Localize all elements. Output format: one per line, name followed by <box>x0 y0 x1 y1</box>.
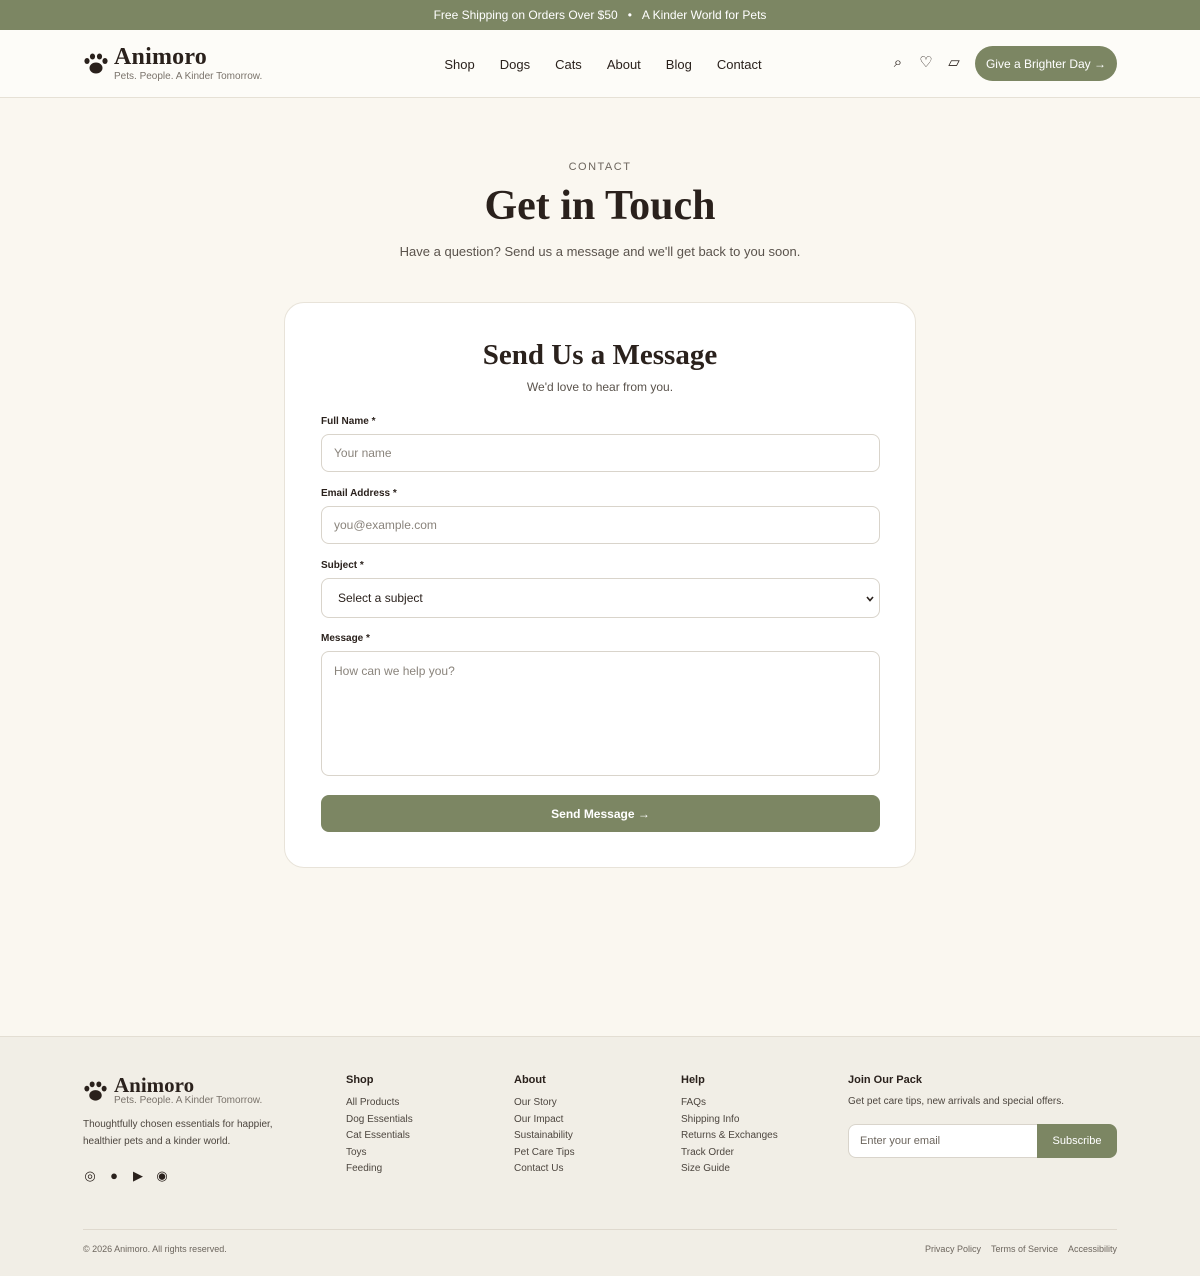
footer-column-help: Help FAQs Shipping Info Returns & Exchan… <box>681 1074 778 1178</box>
newsletter-title: Join Our Pack <box>848 1074 922 1086</box>
header-icons: ⌕ ♡ ▱ <box>890 52 962 74</box>
page-title: Get in Touch <box>484 183 716 229</box>
page-eyebrow: CONTACT <box>568 161 632 173</box>
footer-link[interactable]: Our Story <box>514 1095 575 1112</box>
nav-cats[interactable]: Cats <box>555 57 582 72</box>
nav-about[interactable]: About <box>607 57 641 72</box>
newsletter: Join Our Pack Get pet care tips, new arr… <box>848 1074 1064 1107</box>
newsletter-email-input[interactable] <box>848 1124 1038 1158</box>
subject-select[interactable]: Select a subject <box>321 578 880 618</box>
footer-column-title: Help <box>681 1074 705 1086</box>
footer-link[interactable]: Shipping Info <box>681 1112 778 1129</box>
footer-column-title: About <box>514 1074 546 1086</box>
facebook-icon[interactable]: ● <box>107 1168 121 1184</box>
social-links: ◎ ● ▶ ◉ <box>83 1168 169 1184</box>
announcement-shipping: Free Shipping on Orders Over $50 <box>433 8 618 22</box>
site-header: Animoro Pets. People. A Kinder Tomorrow.… <box>0 30 1200 98</box>
newsletter-text: Get pet care tips, new arrivals and spec… <box>848 1096 1065 1107</box>
footer-link[interactable]: Toys <box>346 1145 413 1162</box>
form-subtitle: We'd love to hear from you. <box>526 380 674 394</box>
legal-links: Privacy Policy Terms of Service Accessib… <box>925 1244 1117 1254</box>
footer-link[interactable]: Cat Essentials <box>346 1128 413 1145</box>
heart-icon[interactable]: ♡ <box>918 52 934 74</box>
footer-divider <box>83 1229 1117 1230</box>
footer-link[interactable]: FAQs <box>681 1095 778 1112</box>
nav-dogs[interactable]: Dogs <box>500 57 530 72</box>
send-message-button[interactable]: Send Message → <box>321 795 880 832</box>
youtube-icon[interactable]: ▶ <box>131 1168 145 1184</box>
footer-link[interactable]: Our Impact <box>514 1112 575 1129</box>
subscribe-button[interactable]: Subscribe <box>1037 1124 1117 1158</box>
site-footer: Animoro Pets. People. A Kinder Tomorrow.… <box>0 1036 1200 1276</box>
message-textarea[interactable] <box>321 651 880 776</box>
email-input[interactable] <box>321 506 880 544</box>
brand-tagline: Pets. People. A Kinder Tomorrow. <box>114 71 263 82</box>
footer-link[interactable]: Feeding <box>346 1161 413 1178</box>
chevron-down-icon <box>866 596 874 602</box>
nav-blog[interactable]: Blog <box>666 57 692 72</box>
pinterest-icon[interactable]: ◉ <box>155 1168 169 1184</box>
announcement-bar: Free Shipping on Orders Over $50 • A Kin… <box>0 0 1200 30</box>
footer-link[interactable]: Contact Us <box>514 1161 575 1178</box>
privacy-policy-link[interactable]: Privacy Policy <box>925 1244 981 1254</box>
footer-link[interactable]: Size Guide <box>681 1161 778 1178</box>
copyright: © 2026 Animoro. All rights reserved. <box>83 1244 227 1254</box>
page-subtitle: Have a question? Send us a message and w… <box>399 244 801 259</box>
nav-shop[interactable]: Shop <box>444 57 474 72</box>
announcement-separator: • <box>627 8 632 22</box>
brand-name: Animoro <box>114 44 207 70</box>
email-label: Email Address * <box>321 488 397 499</box>
cart-icon[interactable]: ▱ <box>946 52 962 74</box>
full-name-input[interactable] <box>321 434 880 472</box>
paw-icon <box>84 53 108 74</box>
footer-description: Thoughtfully chosen essentials for happi… <box>83 1119 273 1147</box>
footer-link[interactable]: Returns & Exchanges <box>681 1128 778 1145</box>
form-title: Send Us a Message <box>482 339 718 371</box>
give-brighter-day-button[interactable]: Give a Brighter Day → <box>975 46 1117 81</box>
footer-column-about: About Our Story Our Impact Sustainabilit… <box>514 1074 575 1178</box>
footer-brand-tagline: Pets. People. A Kinder Tomorrow. <box>114 1095 263 1106</box>
footer-column-title: Shop <box>346 1074 374 1086</box>
footer-link[interactable]: Pet Care Tips <box>514 1145 575 1162</box>
footer-link[interactable]: Track Order <box>681 1145 778 1162</box>
subject-label: Subject * <box>321 560 364 571</box>
contact-form-card: Send Us a Message We'd love to hear from… <box>284 302 916 868</box>
paw-icon <box>84 1081 107 1101</box>
footer-link[interactable]: All Products <box>346 1095 413 1112</box>
footer-column-shop: Shop All Products Dog Essentials Cat Ess… <box>346 1074 413 1178</box>
full-name-label: Full Name * <box>321 416 376 427</box>
nav-contact[interactable]: Contact <box>717 57 762 72</box>
search-icon[interactable]: ⌕ <box>890 52 906 74</box>
accessibility-link[interactable]: Accessibility <box>1068 1244 1117 1254</box>
footer-link[interactable]: Dog Essentials <box>346 1112 413 1129</box>
announcement-tagline: A Kinder World for Pets <box>641 8 767 22</box>
instagram-icon[interactable]: ◎ <box>83 1168 97 1184</box>
terms-of-service-link[interactable]: Terms of Service <box>991 1244 1058 1254</box>
footer-link[interactable]: Sustainability <box>514 1128 575 1145</box>
message-label: Message * <box>321 633 370 644</box>
